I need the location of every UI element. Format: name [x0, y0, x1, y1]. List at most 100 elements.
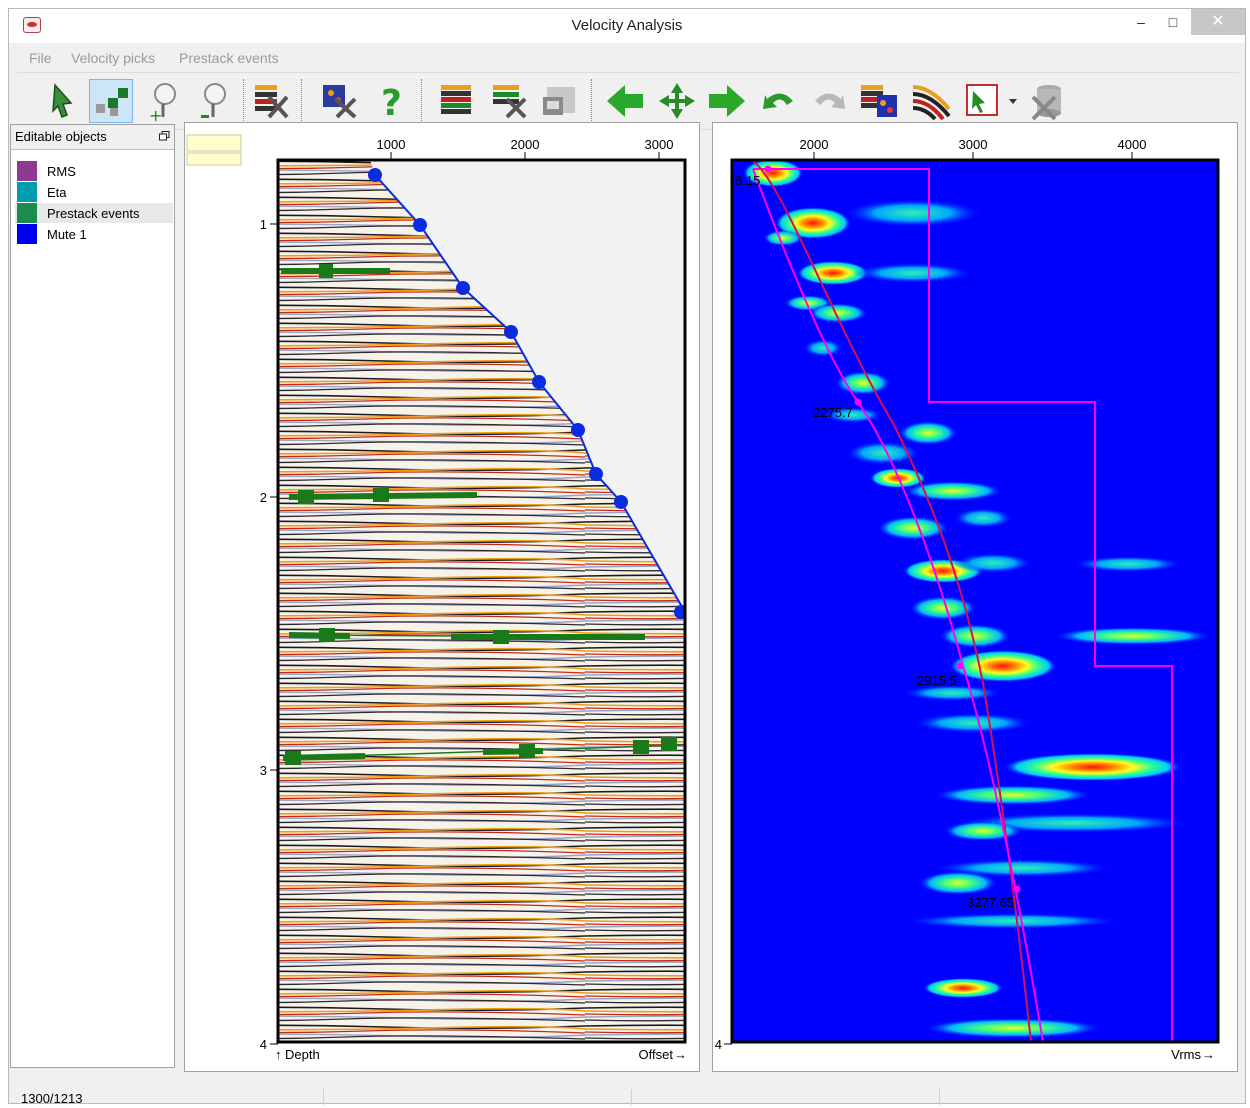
- mute-point[interactable]: [532, 375, 546, 389]
- mute-point[interactable]: [614, 495, 628, 509]
- velocity-pick[interactable]: [764, 165, 772, 173]
- x-tick: 2000: [511, 137, 540, 160]
- object-item-eta[interactable]: Eta: [15, 182, 173, 202]
- maximize-button[interactable]: □: [1153, 9, 1193, 35]
- edit-points-icon: [96, 88, 128, 116]
- remove-events-button[interactable]: [249, 79, 293, 123]
- delete-icon: [1031, 85, 1061, 121]
- mute-point[interactable]: [504, 325, 518, 339]
- close-button[interactable]: ✕: [1191, 9, 1245, 35]
- right-arrow-icon: →: [1202, 1047, 1215, 1062]
- gather-tools-button[interactable]: [487, 79, 531, 123]
- select-arrow-icon: [52, 83, 73, 118]
- velocity-pick[interactable]: [854, 398, 862, 406]
- edit-points-button[interactable]: [89, 79, 133, 123]
- zoom-in-icon: +: [149, 83, 176, 125]
- right-arrow-icon: →: [674, 1047, 687, 1062]
- toolbar-separator: [591, 79, 593, 123]
- svg-text:2000: 2000: [800, 137, 829, 152]
- velocity-pick[interactable]: [1013, 885, 1021, 893]
- x-tick: 3000: [959, 137, 987, 160]
- help-icon: ?: [381, 83, 402, 124]
- pick-label: 2275.7: [813, 405, 853, 420]
- x-tick: 4000: [1118, 137, 1147, 160]
- dropdown-arrow-icon: [1009, 99, 1017, 104]
- object-item-prestack-events[interactable]: Prestack events: [15, 203, 173, 223]
- object-item-rms[interactable]: RMS: [15, 161, 173, 181]
- gather-save-button[interactable]: [537, 79, 581, 123]
- undo-icon: [763, 93, 793, 109]
- pick-label: 2915.5: [917, 673, 957, 688]
- semblance-canvas[interactable]: 8.15 2275.7 2915.5 3277.65 2000 3000 400…: [713, 123, 1239, 1073]
- svg-text:3000: 3000: [645, 137, 674, 152]
- object-item-mute-1[interactable]: Mute 1: [15, 224, 173, 244]
- window-title: Velocity Analysis: [571, 17, 683, 34]
- svg-text:3: 3: [260, 763, 267, 778]
- move-button[interactable]: [655, 79, 699, 123]
- pick-mode-icon: [966, 84, 998, 116]
- pick-mode-button[interactable]: [961, 79, 1005, 123]
- mute-point[interactable]: [413, 218, 427, 232]
- svg-text:1: 1: [260, 217, 267, 232]
- help-button[interactable]: ?: [369, 79, 413, 124]
- gather-display-icon: [441, 85, 471, 114]
- svg-text:+: +: [149, 106, 162, 123]
- svg-text:1000: 1000: [377, 137, 406, 152]
- settings-tools-icon: [323, 85, 357, 119]
- gather-panel[interactable]: 1000 2000 3000 1 2 3 4 ↑ Depth Offset →: [184, 122, 700, 1072]
- previous-button[interactable]: [603, 79, 647, 123]
- next-button[interactable]: [705, 79, 749, 123]
- prestack-events-color-swatch: [17, 203, 37, 223]
- semblance-panel[interactable]: 8.15 2275.7 2915.5 3277.65 2000 3000 400…: [712, 122, 1238, 1072]
- gather-display-button[interactable]: [435, 79, 479, 123]
- object-label: Mute 1: [47, 227, 87, 242]
- gather-save-icon: [543, 87, 575, 115]
- status-divider: [323, 1089, 324, 1105]
- up-arrow-icon: ↑: [275, 1047, 282, 1062]
- toolbar-separator: [421, 79, 423, 123]
- x-axis-label: Vrms: [1171, 1047, 1201, 1062]
- select-tool-button[interactable]: [41, 79, 85, 123]
- menu-velocity-picks[interactable]: Velocity picks: [71, 50, 155, 66]
- svg-text:4000: 4000: [1118, 137, 1147, 152]
- x-axis-label: Offset: [639, 1047, 674, 1062]
- editable-objects-panel: Editable objects RMS Eta Prestack events…: [10, 124, 175, 1068]
- object-label: Eta: [47, 185, 67, 200]
- zoom-in-button[interactable]: +: [143, 79, 187, 125]
- delete-button[interactable]: [1025, 79, 1069, 123]
- pick-label: 8.15: [735, 173, 760, 188]
- semblance-display-button[interactable]: [857, 79, 901, 123]
- move-icon: [659, 83, 695, 119]
- pick-mode-dropdown[interactable]: [1007, 79, 1021, 123]
- mute-point[interactable]: [589, 467, 603, 481]
- menu-file[interactable]: File: [29, 50, 52, 66]
- redo-button[interactable]: [807, 79, 851, 123]
- mute-point[interactable]: [456, 281, 470, 295]
- svg-text:2000: 2000: [511, 137, 540, 152]
- toolbar-separator: [301, 79, 303, 123]
- gather-tools-icon: [493, 85, 527, 119]
- y-tick: 4: [715, 1037, 732, 1052]
- settings-tools-button[interactable]: [317, 79, 361, 123]
- header-box: [186, 134, 242, 152]
- svg-text:2: 2: [260, 490, 267, 505]
- editable-objects-title: Editable objects: [15, 129, 107, 144]
- y-tick: 1: [260, 217, 278, 232]
- editable-objects-header: Editable objects: [11, 125, 174, 150]
- header-box: [186, 152, 242, 166]
- velocity-pick[interactable]: [956, 662, 964, 670]
- mute-1-color-swatch: [17, 224, 37, 244]
- svg-text:4: 4: [260, 1037, 267, 1052]
- zoom-out-button[interactable]: [193, 79, 237, 123]
- gather-canvas[interactable]: 1000 2000 3000 1 2 3 4 ↑ Depth Offset →: [185, 123, 701, 1073]
- restore-panel-icon[interactable]: [159, 131, 170, 141]
- wiggle-display-button[interactable]: [909, 79, 953, 123]
- mute-point[interactable]: [368, 168, 382, 182]
- mute-point[interactable]: [571, 423, 585, 437]
- y-tick: 3: [260, 763, 278, 778]
- undo-button[interactable]: [757, 79, 801, 123]
- title-bar: Velocity Analysis – □ ✕: [9, 9, 1245, 43]
- x-tick: 3000: [645, 137, 674, 160]
- status-divider: [939, 1089, 940, 1105]
- menu-prestack-events[interactable]: Prestack events: [179, 50, 279, 66]
